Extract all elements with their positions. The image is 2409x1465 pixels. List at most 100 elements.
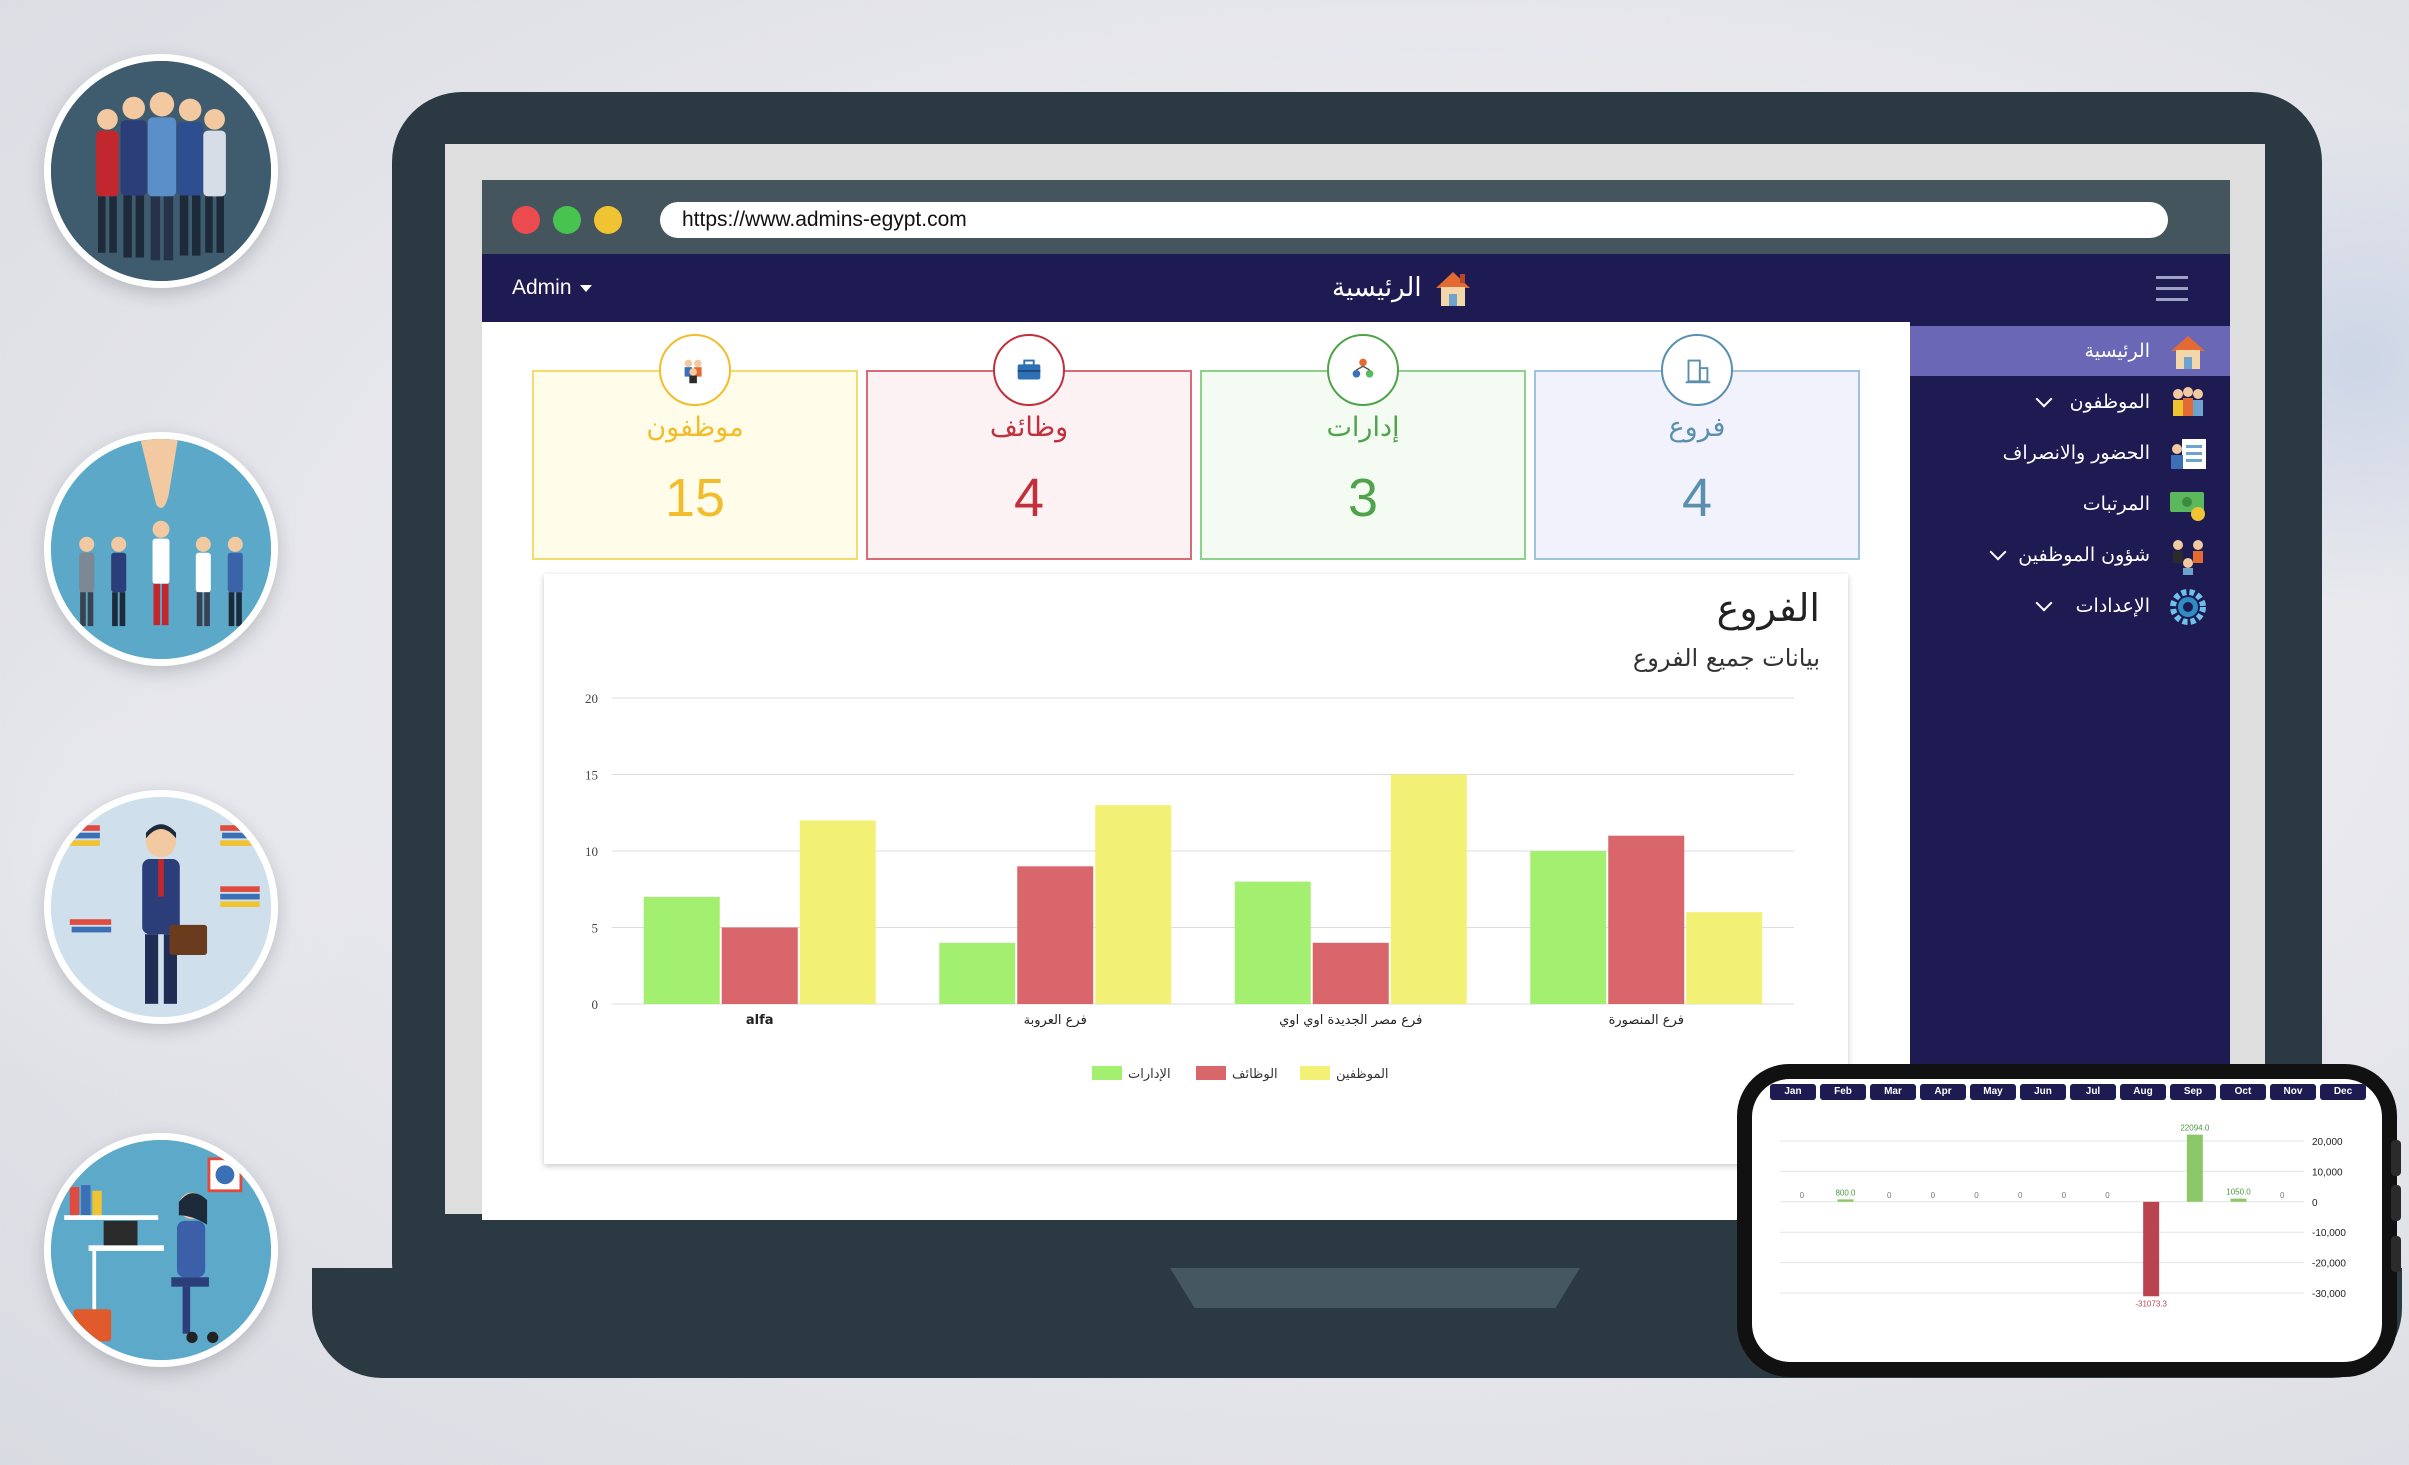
settings-gear-icon — [2170, 589, 2206, 625]
chart-bar — [1017, 866, 1094, 1004]
stat-card-jobs[interactable]: وظائف 4 — [866, 334, 1192, 560]
y-tick-label: 0 — [592, 997, 599, 1012]
user-menu[interactable]: Admin — [512, 254, 592, 322]
legend-swatch — [1300, 1066, 1330, 1080]
hr-affairs-icon — [2173, 540, 2203, 575]
recruitment-illustration — [44, 432, 278, 666]
legend-label: الموظفين — [1336, 1067, 1389, 1082]
sidebar-item-label: الحضور والانصراف — [2002, 442, 2150, 464]
x-tick-label: alfa — [746, 1013, 774, 1028]
house-icon — [2171, 336, 2205, 369]
sidebar-item-label: المرتبات — [2082, 493, 2150, 515]
chart-bar — [799, 820, 876, 1004]
top-navbar: Admin الرئيسية — [482, 254, 2230, 322]
chart-bar — [1312, 942, 1389, 1004]
branches-bar-chart: 0 5 10 15 20 alfa فرع العروبة فرع مصر الجديدة ا… — [585, 691, 1794, 1082]
stat-label: فروع — [1668, 412, 1726, 443]
legend-swatch — [1092, 1066, 1122, 1080]
phone-side-button — [2391, 1236, 2401, 1272]
house-icon — [1436, 272, 1470, 306]
stat-card-employees[interactable]: موظفون 15 — [532, 334, 858, 560]
x-tick-label: فرع العروبة — [1024, 1013, 1087, 1028]
y-tick-label: -20,000 — [2312, 1259, 2346, 1270]
office-worker-illustration — [44, 1133, 278, 1367]
woman-at-desk-icon — [51, 1140, 271, 1360]
employees-icon — [659, 334, 731, 406]
user-menu-label: Admin — [512, 276, 572, 299]
data-label: 0 — [1974, 1191, 1979, 1200]
legend-label: الإدارات — [1128, 1067, 1171, 1082]
legend-swatch — [1196, 1066, 1226, 1080]
data-label: 22094.0 — [2180, 1124, 2209, 1133]
caret-down-icon — [579, 284, 592, 292]
phone-screen: Jan Feb Mar Apr May Jun Jul Aug Sep Oct Nov Dec 20,… — [1752, 1079, 2382, 1362]
y-tick-label: -30,000 — [2312, 1289, 2346, 1300]
sidebar-item-attendance[interactable]: الحضور والانصراف — [1910, 428, 2230, 478]
stat-value: 3 — [1347, 468, 1379, 528]
stat-label: موظفون — [646, 412, 744, 443]
chart-bar — [1390, 774, 1467, 1004]
hand-picking-employee-icon — [51, 439, 271, 659]
x-tick-label: فرع المنصورة — [1609, 1013, 1684, 1028]
sidebar-item-label: الإعدادات — [2075, 595, 2150, 617]
address-bar[interactable]: https://www.admins-egypt.com — [660, 202, 2168, 238]
chart-bar — [1686, 912, 1763, 1004]
monthly-balance-chart: 20,000 10,000 0 -10,000 -20,000 -30,000 0 800.0… — [1780, 1124, 2346, 1308]
y-tick-label: 15 — [585, 768, 598, 783]
maximize-window-button[interactable] — [553, 206, 581, 234]
data-label: 0 — [2062, 1191, 2067, 1200]
hamburger-line — [2156, 298, 2188, 301]
phone-side-button — [2391, 1185, 2401, 1221]
stat-label: إدارات — [1326, 412, 1400, 443]
employees-icon — [2173, 387, 2203, 416]
sidebar-item-home[interactable]: الرئيسية — [1910, 326, 2230, 376]
y-tick-label: 20 — [585, 691, 598, 706]
sidebar-item-employees[interactable]: الموظفون — [1910, 377, 2230, 427]
businessman-briefcase-icon — [51, 797, 271, 1017]
minimize-window-button[interactable] — [594, 206, 622, 234]
page-title: الرئيسية — [1332, 273, 1422, 303]
data-label: 0 — [1800, 1191, 1805, 1200]
data-label: 0 — [1887, 1191, 1892, 1200]
menu-toggle-button[interactable] — [2156, 276, 2188, 302]
stat-value: 4 — [1013, 468, 1045, 528]
data-label: 800.0 — [1835, 1188, 1856, 1197]
hamburger-line — [2156, 276, 2188, 279]
building-icon — [1661, 334, 1733, 406]
y-tick-label: 5 — [592, 921, 599, 936]
team-illustration — [44, 54, 278, 288]
sidebar-item-salaries[interactable]: المرتبات — [1910, 479, 2230, 529]
sidebar-item-settings[interactable]: الإعدادات — [1910, 581, 2230, 631]
chart-bar — [939, 942, 1016, 1004]
chart-bar — [2186, 1134, 2203, 1202]
chart-bar — [721, 927, 798, 1004]
chart-bar — [1095, 805, 1172, 1004]
chevron-down-icon — [2035, 594, 2053, 612]
career-illustration — [44, 790, 278, 1024]
team-people-icon — [51, 61, 271, 281]
x-tick-label: فرع مصر الجديدة اوي اوي — [1279, 1013, 1422, 1028]
stat-value: 4 — [1681, 468, 1713, 528]
stat-card-departments[interactable]: إدارات 3 — [1200, 334, 1526, 560]
close-window-button[interactable] — [512, 206, 540, 234]
y-tick-label: 20,000 — [2312, 1137, 2343, 1148]
sidebar-item-label: الموظفون — [2069, 391, 2150, 413]
data-label: 0 — [2280, 1191, 2285, 1200]
legend-label: الوظائف — [1232, 1067, 1278, 1082]
y-tick-label: 10 — [585, 844, 598, 859]
stat-card-branches[interactable]: فروع 4 — [1534, 334, 1860, 560]
chevron-down-icon — [2035, 390, 2053, 408]
y-tick-label: -10,000 — [2312, 1228, 2346, 1239]
chart-bar — [2143, 1201, 2160, 1297]
data-label: 0 — [2105, 1191, 2110, 1200]
chart-bar — [2230, 1198, 2247, 1202]
hamburger-line — [2156, 287, 2188, 290]
y-tick-label: 0 — [2312, 1198, 2318, 1209]
stat-value: 15 — [664, 468, 726, 528]
data-label: 1050.0 — [2226, 1188, 2251, 1197]
departments-icon — [1327, 334, 1399, 406]
chevron-down-icon — [1989, 543, 2007, 561]
laptop-notch — [1170, 1268, 1580, 1308]
sidebar-item-label: شؤون الموظفين — [2018, 544, 2150, 566]
sidebar-item-hr-affairs[interactable]: شؤون الموظفين — [1910, 530, 2230, 580]
